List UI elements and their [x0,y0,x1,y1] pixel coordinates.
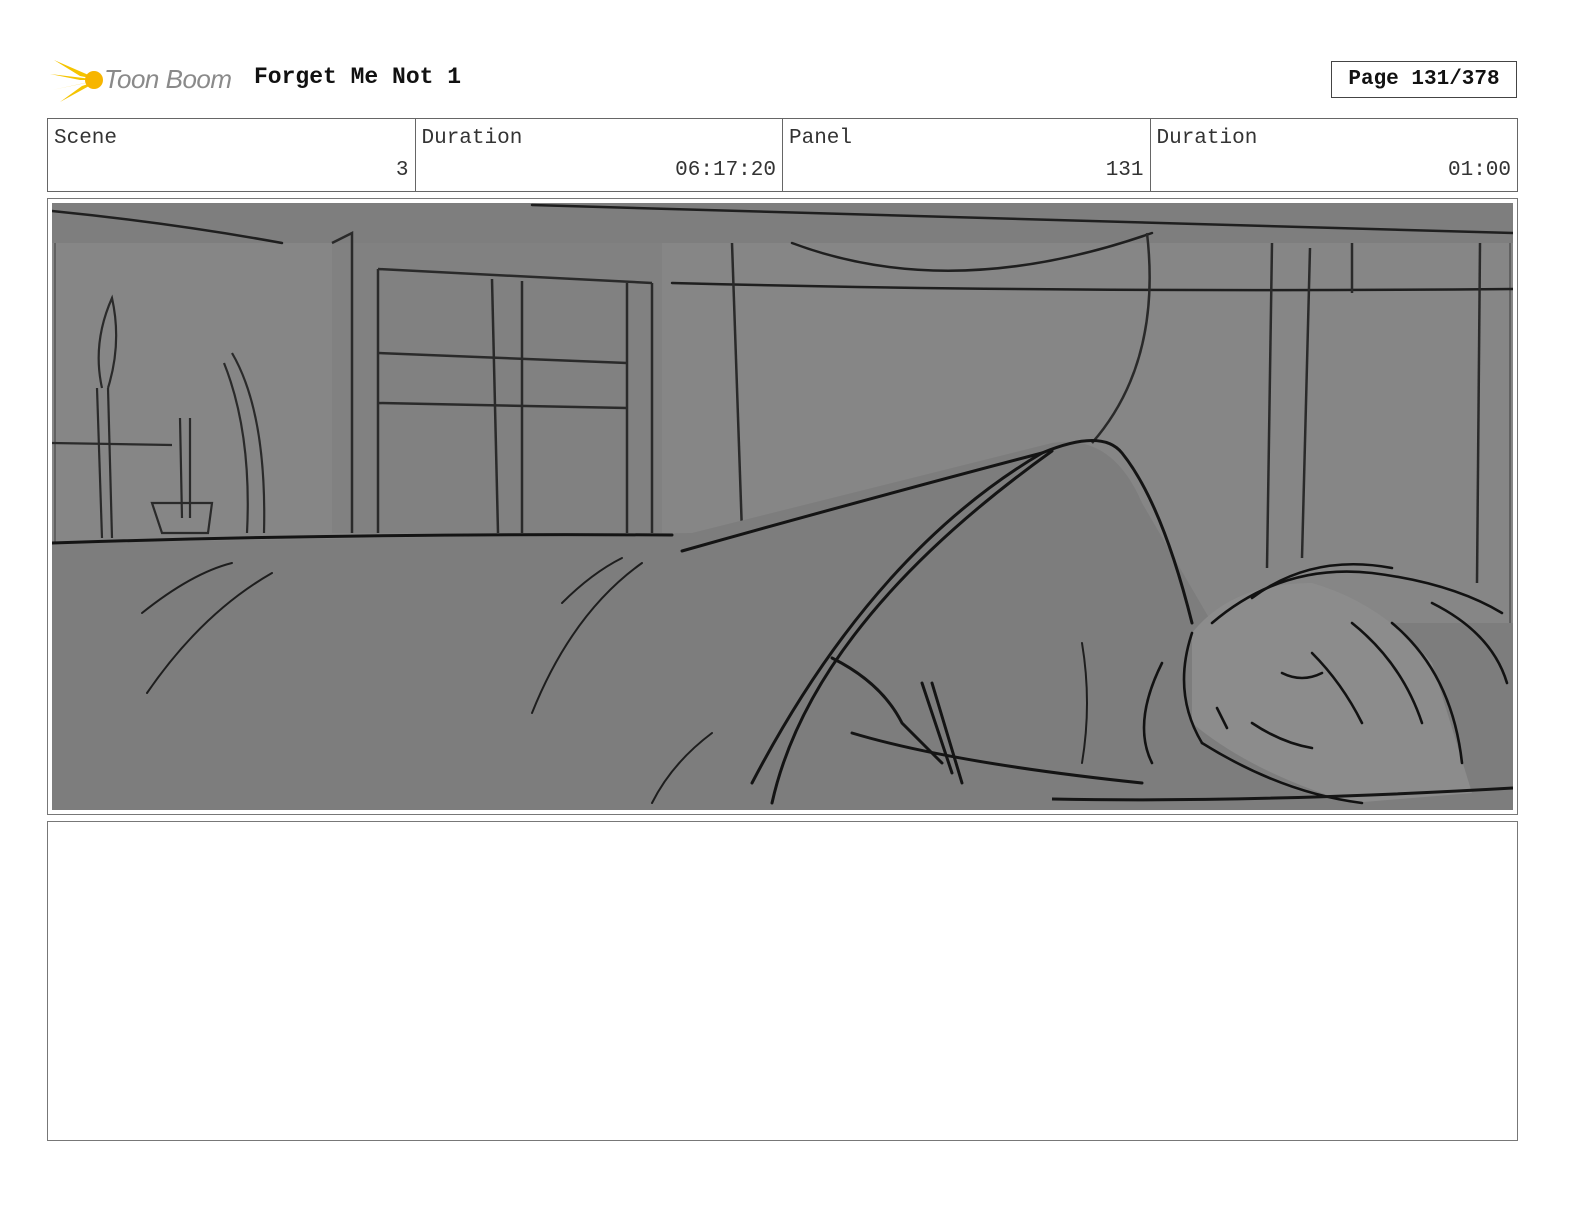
panel-duration-label: Duration [1156,127,1258,150]
storyboard-panel-frame [47,198,1518,815]
starburst-icon [50,60,103,102]
panel-label: Panel [789,127,853,150]
scene-duration-label: Duration [421,127,523,150]
toon-boom-logo: Toon Boom [50,56,240,106]
logo-wordmark: Toon Boom [104,64,232,94]
storyboard-sketch-image [52,203,1513,810]
panel-cell: Panel 131 [783,119,1151,191]
page-indicator: Page 131/378 [1331,61,1517,98]
panel-duration-cell: Duration 01:00 [1151,119,1518,191]
scene-cell: Scene 3 [48,119,416,191]
scene-duration-cell: Duration 06:17:20 [416,119,783,191]
scene-value: 3 [395,159,409,182]
panel-value: 131 [1105,159,1144,182]
page-label: Page 131/378 [1348,68,1500,91]
scene-duration-value: 06:17:20 [675,159,776,182]
project-title: Forget Me Not 1 [254,64,462,90]
scene-label: Scene [54,127,118,150]
panel-duration-value: 01:00 [1447,159,1511,182]
panel-notes-box [47,821,1518,1141]
panel-info-table: Scene 3 Duration 06:17:20 Panel 131 Dura… [47,118,1518,192]
